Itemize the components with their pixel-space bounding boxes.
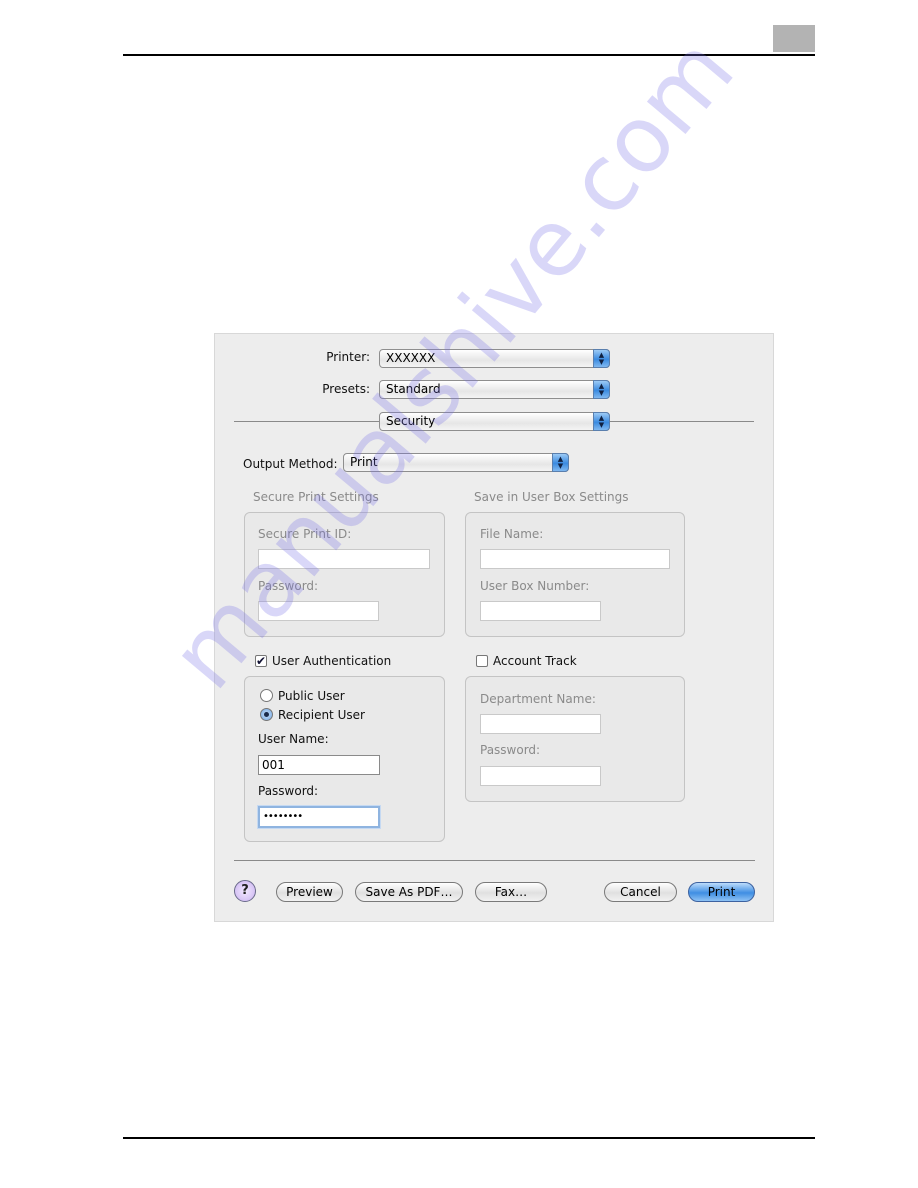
presets-popup[interactable]: Standard ▲ ▼ <box>379 380 610 399</box>
chapter-tab <box>773 25 815 52</box>
printer-popup[interactable]: XXXXXX ▲ ▼ <box>379 349 610 368</box>
user-box-title: Save in User Box Settings <box>474 490 629 504</box>
file-name-label: File Name: <box>480 527 544 541</box>
user-authentication-label: User Authentication <box>272 654 392 668</box>
department-name-label: Department Name: <box>480 692 596 706</box>
output-method-label: Output Method: <box>243 457 338 471</box>
help-button[interactable]: ? <box>234 880 256 902</box>
cancel-button[interactable]: Cancel <box>604 882 677 902</box>
public-user-label: Public User <box>278 689 345 703</box>
department-name-input[interactable] <box>480 714 601 734</box>
secure-print-password-input[interactable] <box>258 601 379 621</box>
user-name-input[interactable]: 001 <box>258 755 380 775</box>
up-down-arrows-icon: ▲ ▼ <box>593 380 610 399</box>
file-name-input[interactable] <box>480 549 670 569</box>
output-method-value: Print <box>350 455 378 469</box>
printer-label: Printer: <box>326 350 370 364</box>
account-track-label: Account Track <box>493 654 577 668</box>
secure-print-password-label: Password: <box>258 579 319 593</box>
recipient-user-radio[interactable] <box>260 708 273 721</box>
save-as-pdf-button[interactable]: Save As PDF… <box>355 882 463 902</box>
user-box-number-label: User Box Number: <box>480 579 590 593</box>
secure-print-title: Secure Print Settings <box>253 490 379 504</box>
presets-label: Presets: <box>322 382 370 396</box>
user-box-number-input[interactable] <box>480 601 601 621</box>
recipient-user-label: Recipient User <box>278 708 365 722</box>
user-password-label: Password: <box>258 784 319 798</box>
footer-separator <box>234 860 755 861</box>
up-down-arrows-icon: ▲ ▼ <box>552 453 569 472</box>
panel-popup[interactable]: Security ▲ ▼ <box>379 412 610 431</box>
up-down-arrows-icon: ▲ ▼ <box>593 412 610 431</box>
fax-button[interactable]: Fax… <box>475 882 547 902</box>
user-name-label: User Name: <box>258 732 329 746</box>
account-password-input[interactable] <box>480 766 601 786</box>
user-password-input[interactable]: •••••••• <box>258 806 380 828</box>
preview-button[interactable]: Preview <box>276 882 343 902</box>
account-track-checkbox[interactable] <box>476 655 488 667</box>
printer-value: XXXXXX <box>386 351 436 365</box>
presets-value: Standard <box>386 382 441 396</box>
secure-print-id-label: Secure Print ID: <box>258 527 352 541</box>
manual-page: Printer: XXXXXX ▲ ▼ Presets: Standard ▲ ▼ Se… <box>0 0 918 1188</box>
up-down-arrows-icon: ▲ ▼ <box>593 349 610 368</box>
header-rule <box>123 54 815 56</box>
footer-rule <box>123 1137 815 1139</box>
panel-value: Security <box>386 414 436 428</box>
output-method-popup[interactable]: Print ▲ ▼ <box>343 453 569 472</box>
user-authentication-checkbox[interactable]: ✔ <box>255 655 267 667</box>
account-password-label: Password: <box>480 743 541 757</box>
secure-print-id-input[interactable] <box>258 549 430 569</box>
print-button[interactable]: Print <box>688 882 755 902</box>
public-user-radio[interactable] <box>260 689 273 702</box>
